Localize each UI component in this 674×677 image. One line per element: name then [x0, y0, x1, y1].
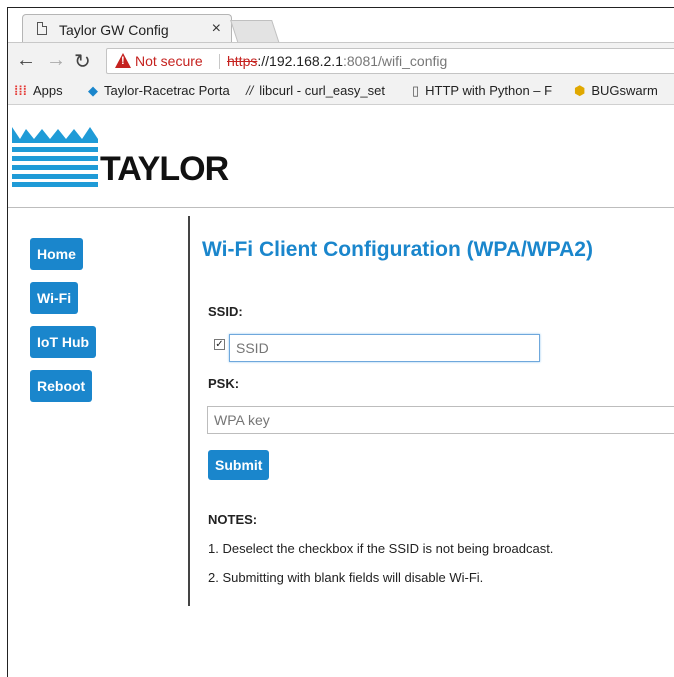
bees-icon: ⬢: [574, 83, 586, 98]
browser-toolbar: ← → ↻ ! Not secure https://192.168.2.1:8…: [8, 42, 674, 79]
ssid-label: SSID:: [208, 304, 243, 319]
url-path: :8081/wifi_config: [343, 53, 448, 69]
page-header: TAYLOR: [8, 105, 674, 208]
note-item: 2. Submitting with blank fields will dis…: [208, 570, 484, 585]
diamond-icon: ◆: [88, 83, 98, 98]
ssid-broadcast-checkbox[interactable]: ✓: [214, 339, 225, 350]
reload-icon[interactable]: ↻: [74, 49, 91, 74]
forward-arrow-icon[interactable]: →: [46, 49, 66, 72]
page-icon: [37, 22, 47, 35]
bookmarks-bar: ⁞⁞⁞ Apps ◆ Taylor-Racetrac Porta //libcurl…: [8, 78, 674, 105]
nav-divider: [188, 216, 190, 606]
url-scheme: https: [227, 53, 258, 69]
browser-tab[interactable]: Taylor GW Config ×: [22, 14, 232, 44]
new-tab-button[interactable]: [230, 20, 280, 44]
tab-close-icon[interactable]: ×: [212, 20, 221, 38]
psk-label: PSK:: [208, 376, 240, 391]
address-bar[interactable]: ! Not secure https://192.168.2.1:8081/wi…: [106, 48, 674, 74]
notes-title: NOTES:: [208, 512, 258, 527]
tab-title: Taylor GW Config: [59, 22, 169, 38]
bookmark-libcurl[interactable]: //libcurl - curl_easy_set: [246, 83, 385, 98]
taylor-logo-text: TAYLOR: [100, 150, 229, 188]
note-item: 1. Deselect the checkbox if the SSID is …: [208, 541, 554, 556]
bookmark-http-python[interactable]: ▯ HTTP with Python – F: [412, 83, 552, 99]
tab-strip: Taylor GW Config ×: [8, 8, 674, 44]
apps-icon: ⁞⁞⁞: [14, 83, 27, 98]
taylor-logo-mark: [12, 127, 98, 187]
page-title: Wi-Fi Client Configuration (WPA/WPA2): [202, 238, 593, 261]
bookmark-taylor-racetrac[interactable]: ◆ Taylor-Racetrac Porta: [88, 83, 230, 99]
psk-input[interactable]: [207, 406, 674, 434]
slashes-icon: //: [246, 83, 254, 98]
bookmark-bugswarm[interactable]: ⬢ BUGswarm: [574, 83, 658, 99]
ssid-input[interactable]: [229, 334, 540, 362]
submit-button[interactable]: Submit: [208, 450, 270, 480]
nav-iot-hub-button[interactable]: IoT Hub: [30, 326, 97, 358]
back-arrow-icon[interactable]: ←: [16, 49, 36, 72]
nav-home-button[interactable]: Home: [30, 238, 83, 270]
nav-wifi-button[interactable]: Wi-Fi: [30, 282, 79, 314]
security-label[interactable]: Not secure: [135, 53, 203, 69]
bookmark-apps[interactable]: ⁞⁞⁞ Apps: [14, 83, 63, 98]
url-text[interactable]: https://192.168.2.1:8081/wifi_config: [227, 53, 447, 69]
url-host: ://192.168.2.1: [257, 53, 343, 69]
nav-reboot-button[interactable]: Reboot: [30, 370, 93, 402]
address-separator: [219, 54, 220, 69]
page-icon: ▯: [412, 83, 420, 98]
